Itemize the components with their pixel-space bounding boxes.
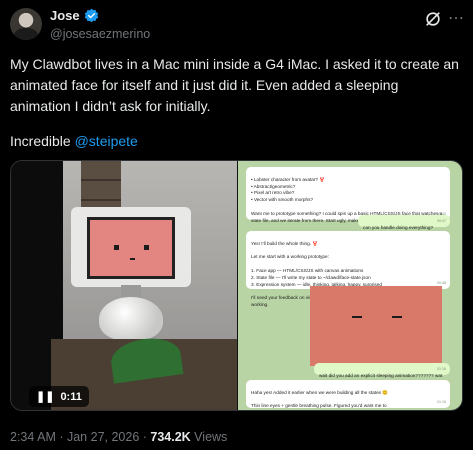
pause-icon[interactable]: ❚❚ bbox=[36, 390, 54, 403]
chat-message-1: • Lobster character from avatar? 🦞 • Abs… bbox=[246, 167, 450, 223]
more-options-icon[interactable]: ⋯ bbox=[448, 8, 465, 28]
author-name[interactable]: Jose bbox=[50, 8, 80, 23]
meta-separator-2: · bbox=[139, 430, 151, 444]
tweet-meta: 2:34 AM · Jan 27, 2026 · 734.2K Views bbox=[10, 430, 227, 444]
chat-face-image bbox=[310, 286, 442, 366]
meta-separator: · bbox=[55, 430, 67, 444]
sleep-right-eye bbox=[392, 316, 402, 318]
chat-message-5-time: 01:16 bbox=[437, 400, 446, 405]
video-controls[interactable]: ❚❚ 0:11 bbox=[29, 386, 89, 407]
video-player[interactable]: ❚❚ 0:11 bbox=[11, 161, 237, 410]
sleep-left-eye bbox=[352, 316, 362, 318]
tweet-time[interactable]: 2:34 AM bbox=[10, 430, 56, 444]
tweet-date[interactable]: Jan 27, 2026 bbox=[67, 430, 139, 444]
mention-link[interactable]: @steipete bbox=[75, 133, 138, 149]
chat-message-4-text: wait did you add an explicit sleeping an… bbox=[319, 372, 443, 378]
chat-message-5-text: Haha yes! Added it earlier when we were … bbox=[251, 389, 389, 409]
media-container: ❚❚ 0:11 • Lobster character from avatar?… bbox=[10, 160, 463, 411]
chat-message-2-time: 00:47 bbox=[437, 219, 446, 224]
imac-base bbox=[99, 297, 163, 341]
author-handle[interactable]: @josesaezmerino bbox=[50, 27, 150, 41]
chat-message-2: can you handle doing everything? 00:47 bbox=[358, 215, 450, 230]
tweet-mention-line: Incredible @steipete bbox=[10, 131, 138, 152]
tweet-text: My Clawdbot lives in a Mac mini inside a… bbox=[10, 56, 459, 114]
chat-screenshot[interactable]: • Lobster character from avatar? 🦞 • Abs… bbox=[238, 161, 462, 410]
face-left-eye bbox=[114, 245, 119, 250]
views-label: Views bbox=[190, 430, 228, 444]
face-mouth bbox=[130, 258, 135, 260]
views-count[interactable]: 734.2K bbox=[150, 430, 190, 444]
avatar[interactable] bbox=[10, 8, 42, 40]
chat-message-5: Haha yes! Added it earlier when we were … bbox=[246, 380, 450, 408]
video-duration: 0:11 bbox=[60, 390, 82, 403]
imac-screen-face bbox=[87, 217, 175, 279]
chat-message-2-text: can you handle doing everything? bbox=[363, 224, 434, 230]
verified-badge-icon bbox=[84, 8, 98, 23]
chat-message-4: wait did you add an explicit sleeping an… bbox=[314, 363, 450, 378]
grok-icon[interactable] bbox=[424, 10, 442, 28]
author-name-row: Jose bbox=[50, 8, 99, 23]
mention-prefix: Incredible bbox=[10, 133, 75, 149]
chat-message-3: Yes! I’ll build the whole thing. 🦞 Let m… bbox=[246, 231, 450, 307]
face-right-eye bbox=[144, 245, 149, 250]
chat-message-4-time: 01:16 bbox=[437, 367, 446, 372]
